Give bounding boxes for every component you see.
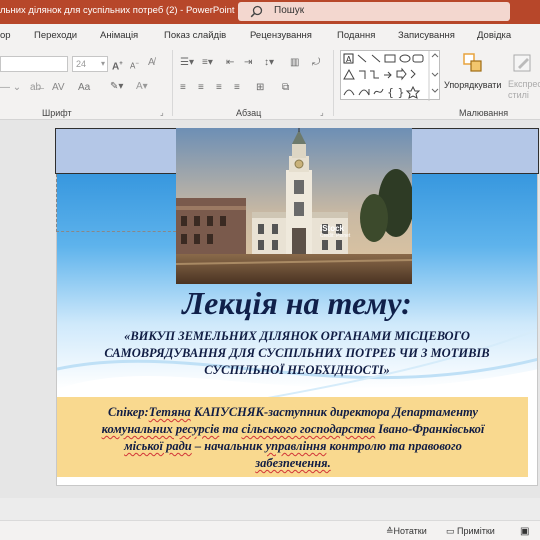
tab-transitions[interactable]: Переходи <box>34 30 77 41</box>
grow-font-button[interactable]: A+ <box>112 58 123 73</box>
subtitle-line: «ВИКУП ЗЕМЕЛЬНИХ ДІЛЯНОК ОРГАНАМИ МІСЦЕВ… <box>124 329 470 343</box>
photo-watermark: iStock <box>320 224 345 233</box>
status-bar: ≙Нотатки ▭ Примітки ▣ <box>0 520 540 540</box>
align-left-icon[interactable]: ≡ <box>180 82 186 94</box>
underline-controls: — ⌄ <box>0 82 22 93</box>
speaker-last-name: КАПУСНЯК <box>193 405 264 419</box>
ribbon-tabs: ор Переходи Анімація Показ слайдів Рецен… <box>0 24 540 46</box>
smartart-icon[interactable]: ⧉ <box>282 82 289 94</box>
group-label-font: Шрифт <box>42 108 72 118</box>
subtitle-line: СУСПІЛЬНОЇ НЕОБХІДНОСТІ» <box>204 363 390 377</box>
ribbon-separator <box>333 50 334 116</box>
notes-button[interactable]: ≙Нотатки <box>386 526 427 537</box>
increase-indent-icon[interactable]: ⇥ <box>244 57 252 69</box>
group-label-paragraph: Абзац <box>236 108 262 118</box>
notes-icon: ≙ <box>386 526 394 536</box>
search-box[interactable]: Пошук <box>238 2 510 21</box>
font-dialog-launcher-icon[interactable]: ⌟ <box>160 108 164 117</box>
group-label-drawing: Малювання <box>459 108 509 118</box>
tab-recording[interactable]: Записування <box>398 30 455 41</box>
speaker-role-part: Івано-Франківської <box>375 422 485 436</box>
speaker-role-part: та <box>219 422 242 436</box>
shapes-gallery[interactable]: A { } <box>340 50 440 101</box>
speaker-first-name: Тетяна <box>148 405 191 419</box>
text-direction-icon[interactable]: ⤾ <box>312 57 320 69</box>
speaker-role-part: комунальних ресурсів <box>101 422 220 436</box>
search-label: Пошук <box>274 5 305 16</box>
speaker-role-part: -заступник директора Департаменту <box>263 405 478 419</box>
slide-heading[interactable]: Лекція на тему: <box>56 284 538 322</box>
tab-design-partial[interactable]: ор <box>0 30 11 41</box>
speaker-role-part: забезпечення. <box>255 456 331 470</box>
window-title: льних ділянок для суспільних потреб (2) … <box>0 5 235 16</box>
speaker-role-part: міської ради <box>124 439 192 453</box>
bullets-icon[interactable]: ☰▾ <box>180 57 194 69</box>
font-size-box[interactable]: 24 ▾ <box>72 56 108 72</box>
notes-area-strip <box>0 498 540 520</box>
quick-styles-icon[interactable] <box>512 52 534 74</box>
city-hall-photo[interactable]: iStock Credit: Pinnet <box>176 128 412 284</box>
quick-styles-button[interactable]: Експрес-стилі <box>508 79 540 101</box>
clear-format-icon[interactable]: A̸ <box>148 57 155 69</box>
speaker-role-part: сільського господарства <box>241 422 376 436</box>
strikethrough-icon[interactable]: ab̶ <box>30 82 41 94</box>
ribbon-separator <box>172 50 173 116</box>
speaker-text: Спікер:Тетяна КАПУСНЯК-заступник директо… <box>63 404 523 472</box>
align-right-icon[interactable]: ≡ <box>216 82 222 94</box>
speaker-role-part: – начальник <box>191 439 266 453</box>
chevron-down-icon: ▾ <box>100 59 105 68</box>
normal-view-icon[interactable]: ▣ <box>520 526 529 537</box>
speaker-prefix: Спікер: <box>108 405 149 419</box>
highlight-icon[interactable]: ✎▾ <box>110 81 123 93</box>
align-text-icon[interactable]: ⊞ <box>256 82 264 94</box>
change-case-button[interactable]: Aa <box>78 82 90 94</box>
ribbon: 24 ▾ A+ A− A̸ — ⌄ ab̶ AV Aa ✎▾ A▾ Шрифт … <box>0 46 540 120</box>
speaker-role-part: контролю та правового <box>326 439 462 453</box>
speaker-info-box[interactable]: Спікер:Тетяна КАПУСНЯК-заступник директо… <box>57 397 528 477</box>
city-hall-image <box>176 128 412 284</box>
align-center-icon[interactable]: ≡ <box>198 82 204 94</box>
tab-slide-show[interactable]: Показ слайдів <box>164 30 226 41</box>
subtitle-line: САМОВРЯДУВАННЯ ДЛЯ СУСПІЛЬНИХ ПОТРЕБ ЧИ … <box>104 346 490 360</box>
font-size-value: 24 <box>76 59 87 69</box>
numbering-icon[interactable]: ≡▾ <box>202 57 213 69</box>
decrease-indent-icon[interactable]: ⇤ <box>226 57 234 69</box>
search-icon <box>250 5 263 18</box>
arrange-button[interactable]: Упорядкувати <box>444 79 501 91</box>
justify-icon[interactable]: ≡ <box>234 82 240 94</box>
comment-icon: ▭ <box>446 526 458 536</box>
tab-review[interactable]: Рецензування <box>250 30 312 41</box>
shrink-font-button[interactable]: A− <box>130 58 139 73</box>
svg-text:{ }: { } <box>387 86 405 99</box>
title-bar: льних ділянок для суспільних потреб (2) … <box>0 0 540 24</box>
font-color-button[interactable]: A▾ <box>136 81 148 93</box>
arrange-icon[interactable] <box>462 52 484 74</box>
font-name-box[interactable] <box>0 56 68 72</box>
content-placeholder-outline[interactable] <box>56 174 176 232</box>
photo-watermark-credit: Credit: Pinnet <box>320 233 351 239</box>
columns-icon[interactable]: ▥ <box>290 57 299 69</box>
shapes-gallery-icons: A { } <box>343 51 439 101</box>
speaker-role-part: управління <box>265 439 327 453</box>
character-spacing-button[interactable]: AV <box>52 82 65 94</box>
tab-help[interactable]: Довідка <box>477 30 511 41</box>
comments-button[interactable]: ▭ Примітки <box>446 526 495 537</box>
svg-text:A: A <box>346 55 352 64</box>
tab-view[interactable]: Подання <box>337 30 375 41</box>
slide-subtitle[interactable]: «ВИКУП ЗЕМЕЛЬНИХ ДІЛЯНОК ОРГАНАМИ МІСЦЕВ… <box>60 328 534 379</box>
line-spacing-icon[interactable]: ↕▾ <box>264 57 274 69</box>
paragraph-dialog-launcher-icon[interactable]: ⌟ <box>320 108 324 117</box>
tab-animations[interactable]: Анімація <box>100 30 138 41</box>
